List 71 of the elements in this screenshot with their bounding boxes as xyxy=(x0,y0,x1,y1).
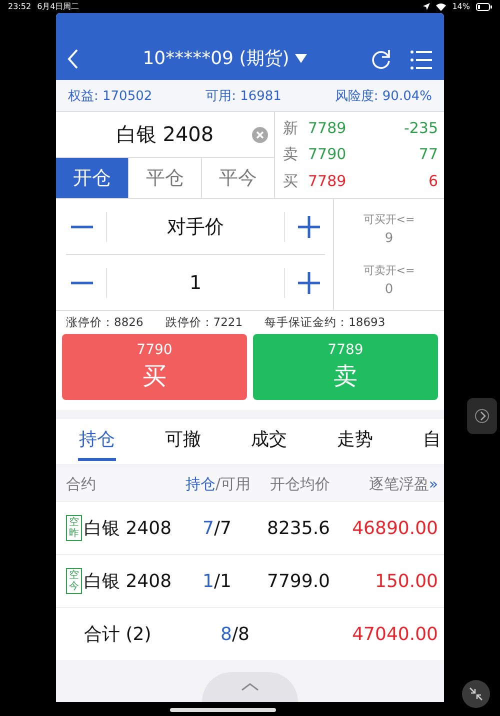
minus-icon[interactable] xyxy=(71,280,93,284)
pnl-cell: 46890.00 xyxy=(352,518,438,538)
limit-value: 9 xyxy=(384,230,394,246)
quote-label: 新 xyxy=(283,118,299,138)
limit-label: 可卖开<= xyxy=(363,263,415,278)
more-columns-link[interactable]: » xyxy=(428,474,438,492)
contract-cell-text: 白银 2408 xyxy=(84,517,172,540)
pnl-cell: 150.00 xyxy=(375,570,438,592)
contract-cell-text: 白银 2408 xyxy=(84,570,172,593)
contract-name[interactable]: 白银 2408 xyxy=(116,121,214,148)
back-icon[interactable] xyxy=(66,48,80,70)
position-tag: 空昨 xyxy=(66,515,82,541)
quote-label: 买 xyxy=(283,172,299,192)
tab[interactable]: 成交 xyxy=(250,419,288,461)
chevron-up-icon[interactable] xyxy=(241,683,259,691)
battery-icon xyxy=(476,2,492,10)
column-header: 逐笔浮盈 xyxy=(368,474,429,492)
column-header[interactable]: 持仓 xyxy=(185,474,216,492)
quote-price: 7789 xyxy=(308,118,348,138)
quote-price: 7790 xyxy=(308,145,348,164)
avg-price-cell: 7799.0 xyxy=(267,570,330,592)
account-stat: 可用: 16981 xyxy=(206,88,282,104)
available-cell: /1 xyxy=(214,570,232,592)
quote-volume: 77 xyxy=(418,145,438,164)
minus-icon[interactable] xyxy=(71,224,93,228)
refresh-icon[interactable] xyxy=(370,48,392,70)
status-time: 23:52 xyxy=(8,2,32,11)
price-limit: 跌停价：7221 xyxy=(165,314,243,330)
avg-price-cell: 8235.6 xyxy=(267,518,330,538)
caret-icon[interactable] xyxy=(295,54,308,62)
menu-icon[interactable] xyxy=(410,50,432,70)
location-icon xyxy=(423,3,430,10)
next-button[interactable] xyxy=(467,398,497,434)
tab[interactable]: 自 xyxy=(422,419,442,461)
plus-icon[interactable] xyxy=(298,216,320,238)
column-header: /可用 xyxy=(215,474,251,492)
account-stat: 风险度: 90.04% xyxy=(334,88,432,104)
order-type-tab[interactable]: 开仓 xyxy=(56,158,128,198)
battery-level: 14% xyxy=(452,2,470,11)
stepper-value[interactable]: 对手价 xyxy=(106,212,285,242)
wifi-icon xyxy=(436,2,446,10)
column-header: 合约 xyxy=(66,474,96,494)
quote-price: 7789 xyxy=(308,172,348,192)
position-tag: 空今 xyxy=(66,568,82,594)
plus-icon[interactable] xyxy=(298,272,320,294)
pnl-cell: 47040.00 xyxy=(352,624,438,644)
tab[interactable]: 持仓 xyxy=(78,419,116,461)
available-cell: /7 xyxy=(214,518,232,538)
held-cell: 7 xyxy=(202,518,214,538)
quote-volume: -235 xyxy=(404,118,438,138)
price-limit: 涨停价：8826 xyxy=(66,314,144,330)
tab[interactable]: 走势 xyxy=(336,419,374,461)
held-cell: 8 xyxy=(220,624,232,644)
limit-label: 可买开<= xyxy=(363,212,415,227)
stepper-value[interactable]: 1 xyxy=(106,268,285,298)
limit-value: 0 xyxy=(384,282,394,298)
quote-label: 卖 xyxy=(283,145,299,164)
price-limit: 每手保证金约：18693 xyxy=(264,314,386,330)
column-header: 开仓均价 xyxy=(270,474,330,492)
account-title[interactable]: 10*****09 (期货) xyxy=(142,46,290,70)
account-stat: 权益: 170502 xyxy=(68,88,152,104)
tab[interactable]: 可撤 xyxy=(164,419,202,461)
chevron-right-icon[interactable] xyxy=(475,407,489,425)
collapse-icon[interactable] xyxy=(469,687,483,701)
held-cell: 1 xyxy=(202,570,214,592)
collapse-button[interactable] xyxy=(462,680,490,708)
total-label: 合计 (2) xyxy=(84,623,152,646)
quote-volume: 6 xyxy=(428,172,438,192)
status-date: 6月4日周二 xyxy=(37,1,80,12)
buy-button[interactable]: 7790 买 xyxy=(62,334,247,400)
available-cell: /8 xyxy=(232,624,250,644)
